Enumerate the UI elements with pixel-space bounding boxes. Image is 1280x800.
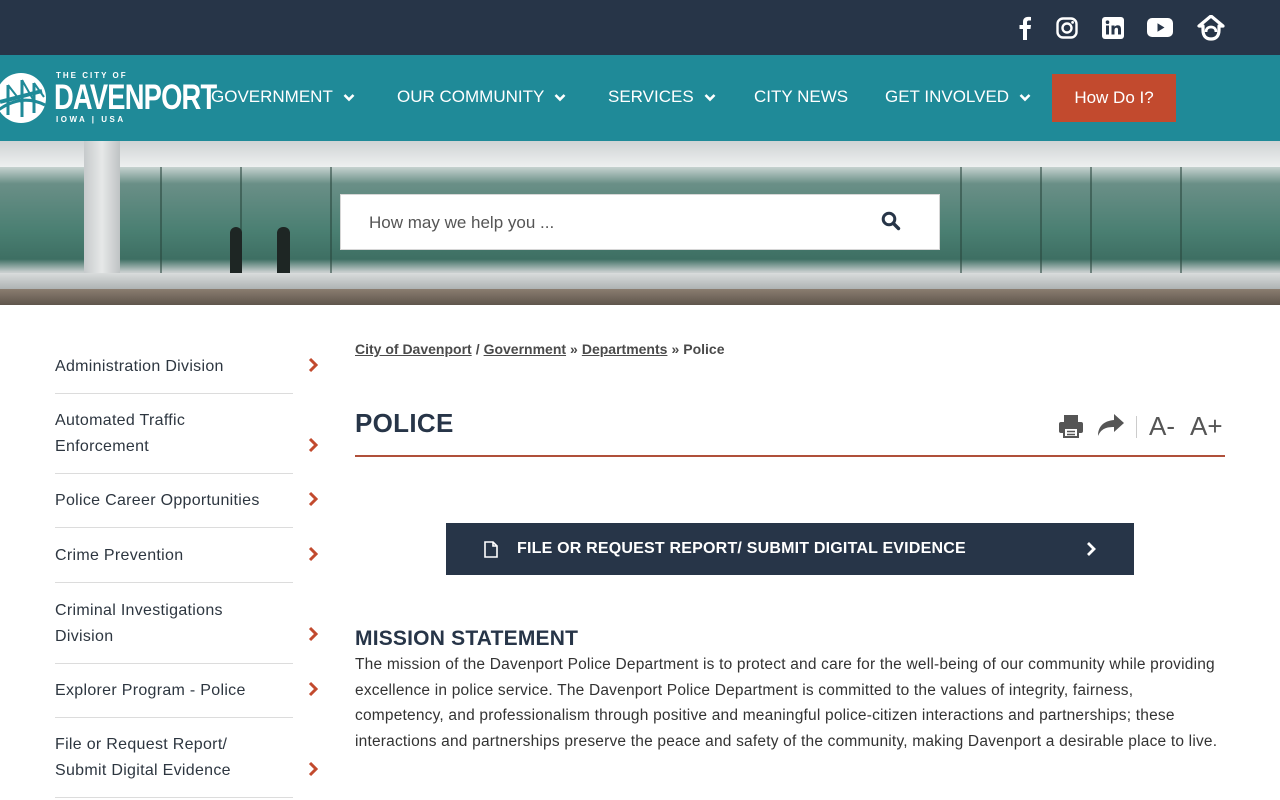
youtube-icon[interactable] — [1145, 13, 1175, 43]
hero-mullion — [330, 167, 332, 273]
main-nav: THE CITY OF DAVENPORT IOWA | USA GOVERNM… — [0, 55, 1280, 141]
mission-text: The mission of the Davenport Police Depa… — [355, 656, 1218, 750]
sidebar-item-label: File or Request Report/ Submit Digital E… — [55, 736, 231, 779]
page-title: POLICE — [355, 408, 454, 438]
linkedin-icon[interactable] — [1098, 13, 1128, 43]
nav-services[interactable]: SERVICES — [608, 87, 716, 107]
divider — [55, 797, 293, 798]
increase-font-button[interactable]: A+ — [1190, 411, 1223, 442]
hero-mullion — [160, 167, 162, 273]
instagram-icon[interactable] — [1052, 13, 1082, 43]
chevron-down-icon — [554, 87, 566, 107]
breadcrumb-separator: » — [671, 341, 680, 357]
nav-label: GET INVOLVED — [885, 87, 1010, 106]
hero-mullion — [1040, 167, 1042, 273]
chevron-right-icon — [308, 357, 319, 373]
breadcrumb: City of Davenport / Government» Departments… — [355, 341, 724, 357]
bridge-logo-icon — [0, 73, 46, 123]
nav-label: OUR COMMUNITY — [397, 87, 545, 106]
breadcrumb-link-departments[interactable]: Departments — [582, 341, 668, 357]
facebook-icon[interactable] — [1010, 13, 1040, 43]
chevron-down-icon — [704, 87, 716, 107]
hero-mullion — [960, 167, 962, 273]
logo-state-text: IOWA | USA — [56, 115, 126, 124]
sidebar-item-label: Criminal Investigations Division — [55, 602, 223, 645]
search-icon[interactable] — [881, 211, 905, 235]
search-input[interactable]: How may we help you ... — [369, 213, 554, 233]
nav-get-involved[interactable]: GET INVOLVED — [885, 87, 1031, 107]
how-do-i-button[interactable]: How Do I? — [1052, 74, 1176, 122]
chevron-right-icon — [1086, 541, 1096, 562]
hero-mullion — [1180, 167, 1182, 273]
title-underline — [355, 455, 1225, 457]
decrease-font-button[interactable]: A- — [1149, 411, 1175, 442]
chevron-down-icon — [343, 87, 355, 107]
file-report-cta-button[interactable]: FILE OR REQUEST REPORT/ SUBMIT DIGITAL E… — [446, 523, 1134, 575]
hero-person — [230, 227, 242, 275]
social-bar — [0, 0, 1280, 55]
chevron-right-icon — [308, 761, 319, 777]
breadcrumb-link-government[interactable]: Government — [484, 341, 566, 357]
hero-mullion — [1090, 167, 1092, 273]
nav-our-community[interactable]: OUR COMMUNITY — [397, 87, 566, 107]
nav-label: SERVICES — [608, 87, 694, 106]
divider — [55, 582, 293, 583]
hero-rail — [0, 273, 1280, 289]
breadcrumb-separator: » — [570, 341, 578, 357]
breadcrumb-separator: / — [475, 341, 480, 357]
nav-city-news[interactable]: CITY NEWS — [754, 87, 848, 107]
chevron-right-icon — [308, 491, 319, 507]
site-search[interactable]: How may we help you ... — [340, 194, 940, 250]
chevron-right-icon — [308, 681, 319, 697]
sidebar-item-label: Administration Division — [55, 358, 224, 375]
chevron-right-icon — [308, 626, 319, 642]
divider — [55, 717, 293, 718]
nextdoor-icon[interactable] — [1196, 13, 1226, 43]
chevron-right-icon — [308, 437, 319, 453]
chevron-right-icon — [308, 546, 319, 562]
breadcrumb-link-city-of-davenport[interactable]: City of Davenport — [355, 341, 472, 357]
sidebar-item-label: Explorer Program - Police — [55, 682, 246, 699]
sidebar-item-label: Crime Prevention — [55, 547, 184, 564]
hero-floor — [0, 289, 1280, 305]
divider — [55, 393, 293, 394]
nav-label: CITY NEWS — [754, 87, 849, 106]
sidebar-item-label: Automated Traffic Enforcement — [55, 412, 186, 455]
mission-heading: MISSION STATEMENT — [355, 627, 579, 650]
hero-beam — [0, 141, 1280, 167]
logo-wordmark: DAVENPORT — [54, 78, 217, 117]
share-icon[interactable] — [1097, 413, 1125, 442]
nav-label: GOVERNMENT — [211, 87, 333, 106]
document-icon — [484, 541, 498, 563]
divider — [55, 663, 293, 664]
hero-person — [277, 227, 290, 275]
print-icon[interactable] — [1058, 413, 1084, 444]
city-logo[interactable]: THE CITY OF DAVENPORT IOWA | USA — [0, 69, 217, 127]
breadcrumb-current: Police — [683, 341, 725, 357]
divider — [55, 473, 293, 474]
divider — [55, 527, 293, 528]
sidebar-item-label: Police Career Opportunities — [55, 492, 260, 509]
chevron-down-icon — [1019, 87, 1031, 107]
toolbar-divider — [1136, 416, 1137, 438]
cta-label: FILE OR REQUEST REPORT/ SUBMIT DIGITAL E… — [517, 540, 966, 557]
nav-government[interactable]: GOVERNMENT — [211, 87, 355, 107]
